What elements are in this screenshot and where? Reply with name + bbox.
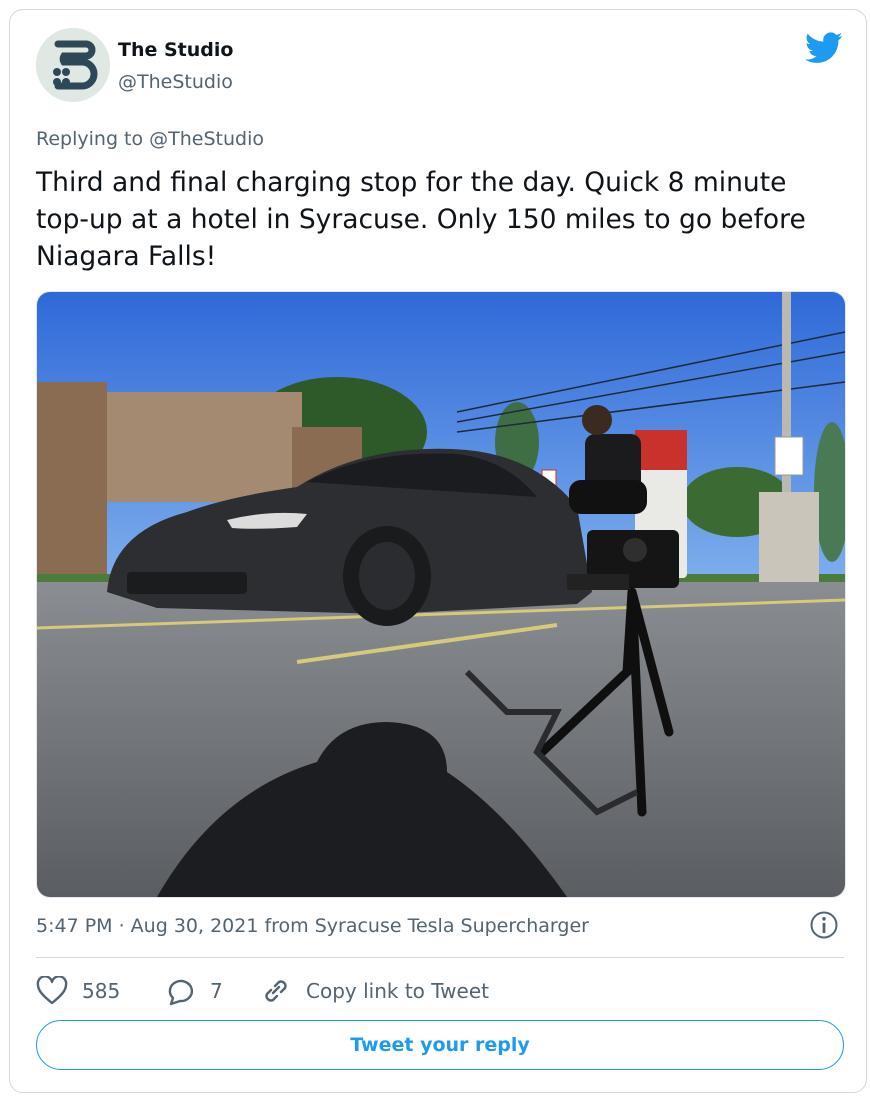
studio-logo-icon [36, 28, 110, 102]
tweet-your-reply-button[interactable]: Tweet your reply [36, 1020, 844, 1070]
like-button[interactable]: 585 [36, 974, 120, 1008]
photo-tesla-at-supercharger-icon [37, 292, 845, 897]
reply-count: 7 [210, 979, 223, 1003]
tweet-card: The Studio @TheStudio Replying to @TheSt… [9, 9, 867, 1093]
info-icon[interactable] [809, 910, 839, 940]
copy-link-label: Copy link to Tweet [306, 979, 489, 1003]
replying-to[interactable]: Replying to @TheStudio [36, 128, 264, 150]
author-avatar[interactable] [36, 28, 110, 102]
like-count: 585 [82, 979, 121, 1003]
tweet-text: Third and final charging stop for the da… [36, 167, 806, 272]
author-handle[interactable]: @TheStudio [118, 71, 233, 93]
link-icon [265, 980, 287, 1002]
speech-bubble-icon [168, 979, 194, 1006]
tweet-photo[interactable] [36, 291, 846, 898]
heart-icon [36, 976, 68, 1005]
copy-link-button[interactable]: Copy link to Tweet [260, 974, 489, 1008]
author-name[interactable]: The Studio [118, 39, 233, 61]
tweet-timestamp[interactable]: 5:47 PM · Aug 30, 2021 from Syracuse Tes… [36, 915, 589, 937]
twitter-bird-icon[interactable] [805, 32, 843, 64]
divider [36, 957, 844, 958]
reply-count-button[interactable]: 7 [164, 974, 223, 1008]
